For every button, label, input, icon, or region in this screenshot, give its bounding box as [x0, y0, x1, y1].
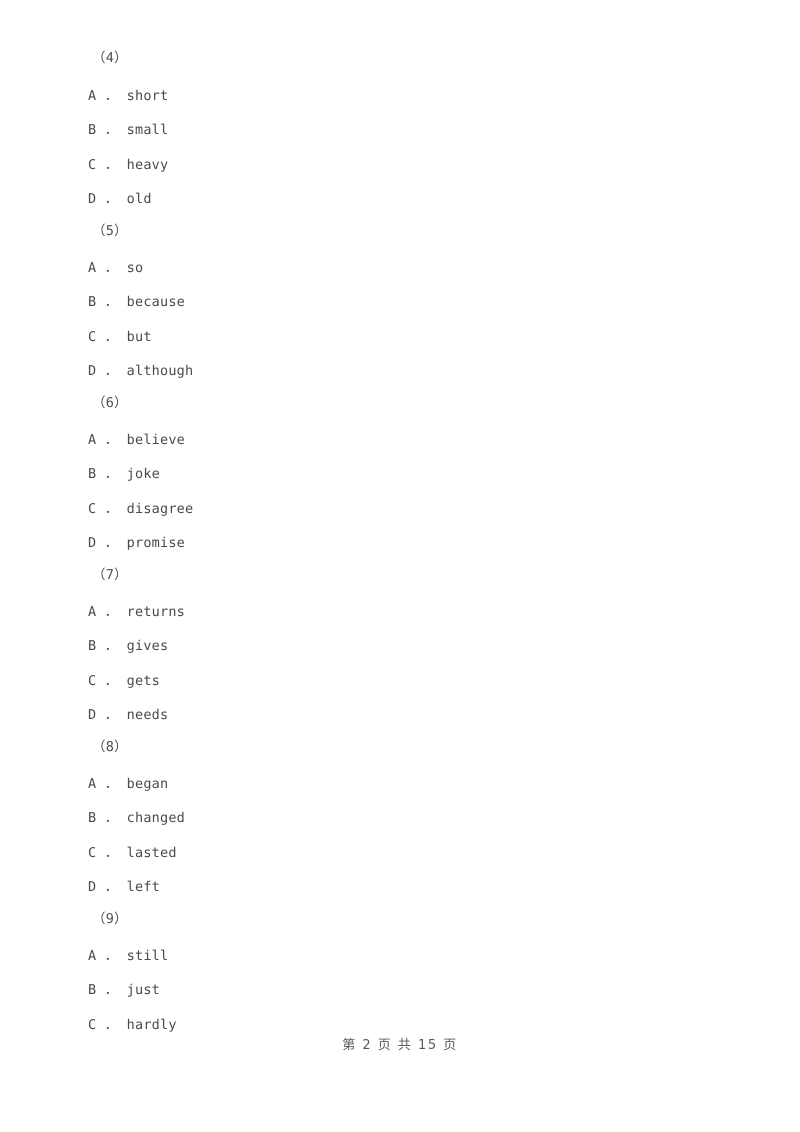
option-row[interactable]: B ． gives	[88, 638, 168, 654]
option-row[interactable]: B ． joke	[88, 466, 160, 482]
question-number: （5）	[92, 223, 128, 239]
question-number: （7）	[92, 567, 128, 583]
option-row[interactable]: A ． short	[88, 88, 168, 104]
question-number: （6）	[92, 395, 128, 411]
option-row[interactable]: A ． so	[88, 260, 143, 276]
option-row[interactable]: A ． still	[88, 948, 168, 964]
option-row[interactable]: D ． old	[88, 191, 152, 207]
option-row[interactable]: D ． left	[88, 879, 160, 895]
option-row[interactable]: B ． because	[88, 294, 185, 310]
option-row[interactable]: C ． but	[88, 329, 152, 345]
option-row[interactable]: A ． returns	[88, 604, 185, 620]
option-row[interactable]: C ． disagree	[88, 501, 193, 517]
option-row[interactable]: C ． gets	[88, 673, 160, 689]
question-number: （8）	[92, 739, 128, 755]
option-row[interactable]: C ． heavy	[88, 157, 168, 173]
question-number: （9）	[92, 911, 128, 927]
page-footer: 第 2 页 共 15 页	[342, 1038, 458, 1053]
option-row[interactable]: D ． promise	[88, 535, 185, 551]
option-row[interactable]: A ． began	[88, 776, 168, 792]
option-row[interactable]: B ． just	[88, 982, 160, 998]
option-row[interactable]: D ． although	[88, 363, 193, 379]
option-row[interactable]: C ． hardly	[88, 1017, 177, 1033]
option-row[interactable]: B ． changed	[88, 810, 185, 826]
option-row[interactable]: A ． believe	[88, 432, 185, 448]
option-row[interactable]: B ． small	[88, 122, 168, 138]
question-number: （4）	[92, 50, 128, 66]
option-row[interactable]: C ． lasted	[88, 845, 177, 861]
option-row[interactable]: D ． needs	[88, 707, 168, 723]
document-page: （4） A ． short B ． small C ． heavy D ． ol…	[0, 0, 800, 1132]
